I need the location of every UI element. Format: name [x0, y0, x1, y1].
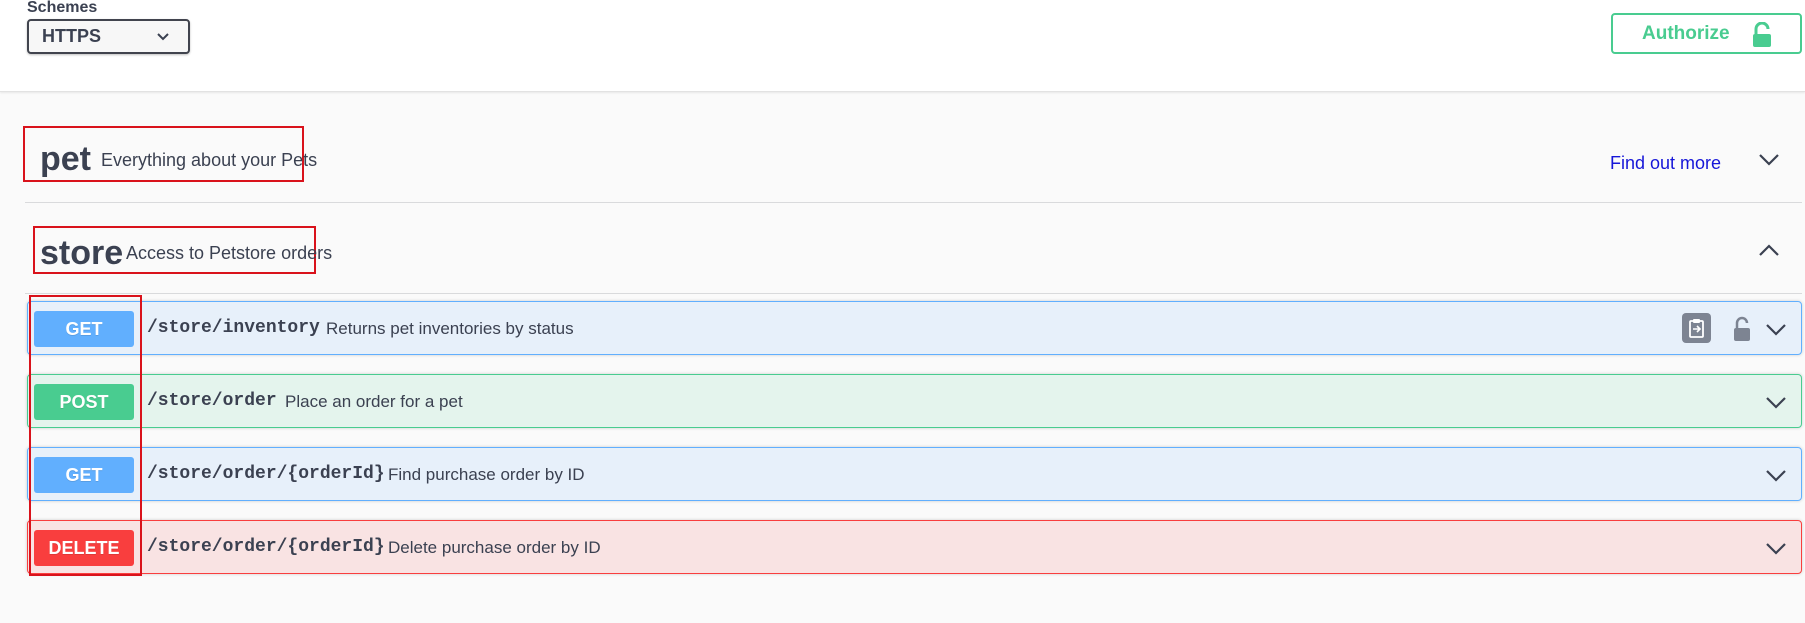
method-badge-post: POST	[34, 384, 134, 420]
operation-post-store-order[interactable]: POST /store/order Place an order for a p…	[27, 374, 1802, 428]
method-badge-get: GET	[34, 311, 134, 347]
chevron-up-icon[interactable]	[1757, 239, 1781, 263]
tag-description: Everything about your Pets	[101, 150, 318, 170]
chevron-down-icon[interactable]	[1764, 390, 1788, 414]
operation-path: /store/inventory	[147, 318, 320, 338]
chevron-down-icon	[157, 33, 169, 41]
operation-path: /store/order	[147, 391, 277, 411]
authorize-label: Authorize	[1642, 22, 1730, 44]
scheme-bar: Schemes HTTPS Authorize	[0, 0, 1805, 92]
copy-icon[interactable]	[1682, 313, 1711, 343]
schemes-label: Schemes	[27, 0, 98, 16]
operation-summary: Find purchase order by ID	[388, 465, 585, 484]
find-out-more-link[interactable]: Find out more	[1610, 153, 1721, 174]
tag-name: pet	[40, 140, 91, 178]
chevron-down-icon[interactable]	[1764, 536, 1788, 560]
operation-summary: Returns pet inventories by status	[326, 319, 574, 338]
operation-delete-store-order-id[interactable]: DELETE /store/order/{orderId} Delete pur…	[27, 520, 1802, 574]
method-badge-delete: DELETE	[34, 530, 134, 566]
authorize-button[interactable]: Authorize	[1611, 13, 1802, 54]
operation-get-store-order-id[interactable]: GET /store/order/{orderId} Find purchase…	[27, 447, 1802, 501]
operation-path: /store/order/{orderId}	[147, 464, 385, 484]
scheme-select[interactable]: HTTPS	[27, 19, 190, 54]
operation-path: /store/order/{orderId}	[147, 537, 385, 557]
method-badge-get: GET	[34, 457, 134, 493]
operation-summary: Place an order for a pet	[285, 392, 463, 411]
scheme-select-value: HTTPS	[42, 26, 102, 46]
chevron-down-icon[interactable]	[1764, 463, 1788, 487]
unlocked-icon[interactable]	[1732, 316, 1752, 342]
tag-name: store	[40, 234, 124, 272]
operation-get-store-inventory[interactable]: GET /store/inventory Returns pet invento…	[27, 301, 1802, 355]
tag-section-store[interactable]: store Access to Petstore orders	[25, 226, 1802, 294]
chevron-down-icon[interactable]	[1764, 317, 1788, 341]
tag-section-pet[interactable]: pet Everything about your Pets Find out …	[23, 126, 1802, 203]
unlocked-icon	[1753, 22, 1771, 47]
operation-summary: Delete purchase order by ID	[388, 538, 601, 557]
tag-description: Access to Petstore orders	[126, 243, 333, 263]
chevron-down-icon[interactable]	[1757, 147, 1781, 171]
